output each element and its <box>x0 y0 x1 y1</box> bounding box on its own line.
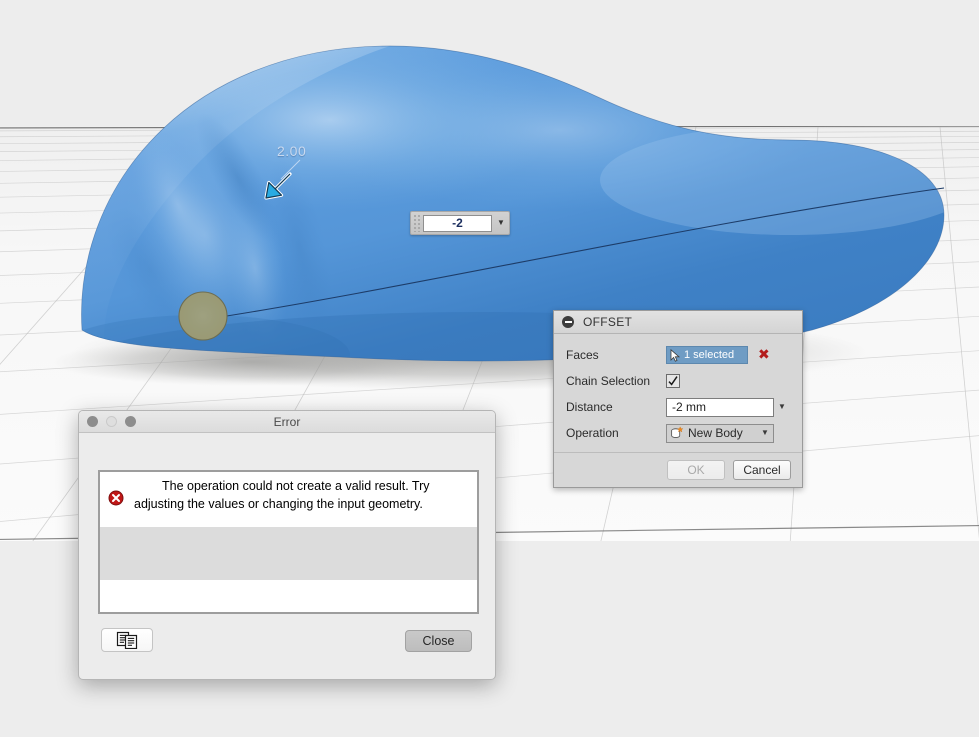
operation-value: New Body <box>688 426 743 440</box>
selected-face-disc <box>178 291 228 341</box>
offset-panel-header[interactable]: OFFSET <box>554 311 802 334</box>
offset-direction-arrow-icon[interactable] <box>258 166 298 206</box>
offset-panel-body: Faces 1 selected ✖ Chain Selection Dista… <box>554 334 802 452</box>
inline-distance-field[interactable]: -2 ▼ <box>410 211 510 235</box>
offset-panel-footer: OK Cancel <box>554 452 802 487</box>
manipulator-value-label: 2.00 <box>277 143 307 159</box>
chain-selection-label: Chain Selection <box>566 374 651 388</box>
operation-select[interactable]: New Body ▼ <box>666 423 774 443</box>
error-list-empty-row <box>100 580 477 612</box>
row-chain-selection: Chain Selection <box>566 368 792 394</box>
minus-circle-icon[interactable] <box>562 316 574 328</box>
operation-chevron-down-icon[interactable]: ▼ <box>757 429 773 437</box>
chain-selection-checkbox[interactable] <box>666 374 680 388</box>
distance-label: Distance <box>566 400 613 414</box>
inline-distance-value[interactable]: -2 <box>423 214 492 232</box>
error-circle-x-icon <box>108 490 124 506</box>
distance-input[interactable]: -2 mm <box>666 397 774 417</box>
copy-message-button[interactable] <box>101 628 153 652</box>
copy-to-clipboard-icon <box>116 631 138 649</box>
ok-button[interactable]: OK <box>667 460 725 480</box>
chevron-down-icon[interactable]: ▼ <box>493 219 509 227</box>
row-operation: Operation New Body ▼ <box>566 420 792 446</box>
offset-command-panel[interactable]: OFFSET Faces 1 selected ✖ Chain Selectio… <box>553 310 803 488</box>
new-body-icon <box>671 426 684 438</box>
faces-selection-chip[interactable]: 1 selected <box>666 346 748 364</box>
clear-selection-icon[interactable]: ✖ <box>758 348 770 362</box>
cursor-arrow-icon <box>670 348 681 362</box>
distance-chevron-down-icon[interactable]: ▼ <box>774 403 790 411</box>
row-faces: Faces 1 selected ✖ <box>566 342 792 368</box>
check-icon <box>668 376 678 386</box>
cancel-button[interactable]: Cancel <box>733 460 791 480</box>
row-distance: Distance -2 mm ▼ <box>566 394 792 420</box>
close-error-button[interactable]: Close <box>405 630 472 652</box>
error-dialog-titlebar[interactable]: Error <box>79 411 495 433</box>
error-dialog-title: Error <box>273 414 301 429</box>
drag-grip-icon[interactable] <box>413 214 422 232</box>
offset-panel-title: OFFSET <box>583 315 633 329</box>
error-list-empty-row <box>100 527 477 580</box>
error-message-list[interactable]: The operation could not create a valid r… <box>98 470 479 614</box>
operation-label: Operation <box>566 426 619 440</box>
faces-selection-count: 1 selected <box>684 349 735 361</box>
error-message-row[interactable]: The operation could not create a valid r… <box>100 472 477 527</box>
faces-label: Faces <box>566 348 599 362</box>
error-message-text: The operation could not create a valid r… <box>134 479 430 511</box>
